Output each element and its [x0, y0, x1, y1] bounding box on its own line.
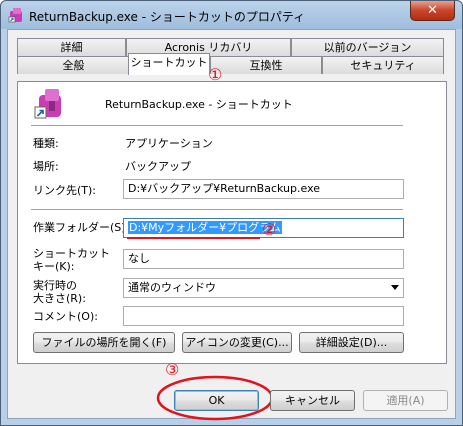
properties-window: ReturnBackup.exe - ショートカットのプロパティ ✕ 詳細 Ac…: [0, 0, 463, 426]
close-icon: ✕: [427, 3, 438, 18]
shortcut-name: ReturnBackup.exe - ショートカット: [105, 98, 293, 111]
shortcut-app-icon: [34, 89, 61, 119]
type-label: 種類:: [33, 137, 59, 150]
annotation-mark-2: ②: [262, 220, 277, 239]
shortcut-key-input[interactable]: なし: [123, 249, 404, 269]
shortcut-key-value: なし: [128, 252, 150, 265]
tab-label: 互換性: [249, 59, 283, 72]
tab-shortcut[interactable]: ショートカット: [128, 53, 210, 75]
tab-details[interactable]: 詳細: [17, 38, 126, 56]
run-label-line2: 大きさ(R):: [33, 292, 86, 305]
separator: [31, 209, 403, 211]
run-value: 通常のウィンドウ: [128, 281, 216, 294]
open-file-location-button[interactable]: ファイルの場所を開く(F): [33, 332, 175, 353]
tab-label: ショートカット: [130, 56, 208, 69]
advanced-button[interactable]: 詳細設定(D)...: [299, 332, 404, 353]
cancel-button[interactable]: キャンセル: [270, 390, 355, 411]
start-in-value: D:¥Myフォルダー¥プログラム: [128, 221, 282, 234]
apply-button[interactable]: 適用(A): [363, 390, 448, 411]
ok-button[interactable]: OK: [174, 390, 259, 411]
type-value: アプリケーション: [125, 137, 213, 150]
target-label: リンク先(T):: [33, 184, 97, 197]
change-icon-button[interactable]: アイコンの変更(C)...: [182, 332, 292, 353]
separator: [31, 125, 403, 127]
tab-label: セキュリティ: [350, 59, 416, 72]
tab-security[interactable]: セキュリティ: [322, 56, 444, 74]
comment-label: コメント(O):: [33, 310, 98, 323]
close-button[interactable]: ✕: [410, 1, 455, 21]
location-value: バックアップ: [125, 160, 191, 173]
chevron-down-icon: [391, 285, 399, 290]
app-icon: [8, 8, 22, 23]
annotation-underline-2: [127, 237, 260, 239]
tab-general[interactable]: 全般: [17, 56, 130, 74]
shortcut-key-label-line2: キー(K):: [33, 260, 75, 273]
tab-compatibility[interactable]: 互換性: [210, 56, 322, 74]
tab-label: 詳細: [60, 41, 83, 54]
target-value: D:¥バックアップ¥ReturnBackup.exe: [128, 182, 321, 195]
location-label: 場所:: [33, 160, 59, 173]
title-bar[interactable]: ReturnBackup.exe - ショートカットのプロパティ ✕: [1, 1, 462, 29]
comment-input[interactable]: [123, 306, 404, 326]
tab-label: 全般: [62, 59, 85, 72]
tab-label: 以前のバージョン: [323, 41, 412, 54]
run-select[interactable]: 通常のウィンドウ: [123, 278, 404, 298]
tab-previous-versions[interactable]: 以前のバージョン: [291, 38, 444, 56]
target-input[interactable]: D:¥バックアップ¥ReturnBackup.exe: [123, 179, 404, 199]
start-in-label: 作業フォルダー(S):: [33, 221, 130, 234]
window-title: ReturnBackup.exe - ショートカットのプロパティ: [29, 10, 306, 24]
